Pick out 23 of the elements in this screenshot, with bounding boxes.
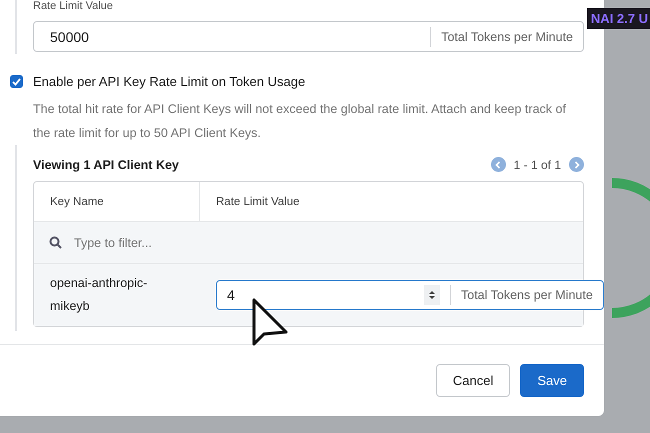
section-title: Viewing 1 API Client Key: [33, 158, 179, 172]
unit-label: Total Tokens per Minute: [450, 285, 603, 305]
unit-label: Total Tokens per Minute: [430, 26, 583, 46]
save-button[interactable]: Save: [520, 364, 584, 397]
chevron-right-icon: [574, 160, 580, 168]
column-header: Key Name: [34, 182, 200, 221]
version-badge: NAI 2.7 U: [586, 8, 650, 29]
checkbox[interactable]: [10, 75, 23, 88]
chevron-left-icon: [495, 160, 502, 168]
pagination-text: 1 - 1 of 1: [514, 158, 561, 172]
column-header: Rate Limit Value: [215, 194, 301, 210]
key-name-cell-text: openai-anthropic-mikeyb: [49, 275, 148, 315]
rate-limit-value[interactable]: 50000: [34, 28, 430, 44]
rate-limit-input[interactable]: 50000 Total Tokens per Minute: [33, 21, 584, 52]
filter-bar[interactable]: Type to filter...: [34, 222, 583, 264]
checkbox-label: Enable per API Key Rate Limit on Token Usage: [33, 74, 306, 89]
spinner-icon[interactable]: [424, 285, 440, 305]
field-label: Rate Limit Value: [33, 0, 114, 13]
description-text: The total hit rate for API Client Keys will not exceed the global rate limit. Attach and keep track of the rate limit for up to 50 API Client Keys.: [33, 101, 567, 142]
filter-field[interactable]: Type to filter...: [72, 234, 583, 250]
cancel-button[interactable]: Cancel: [436, 364, 510, 397]
key-rate-value[interactable]: 4: [217, 287, 424, 303]
search-icon: [49, 236, 62, 249]
